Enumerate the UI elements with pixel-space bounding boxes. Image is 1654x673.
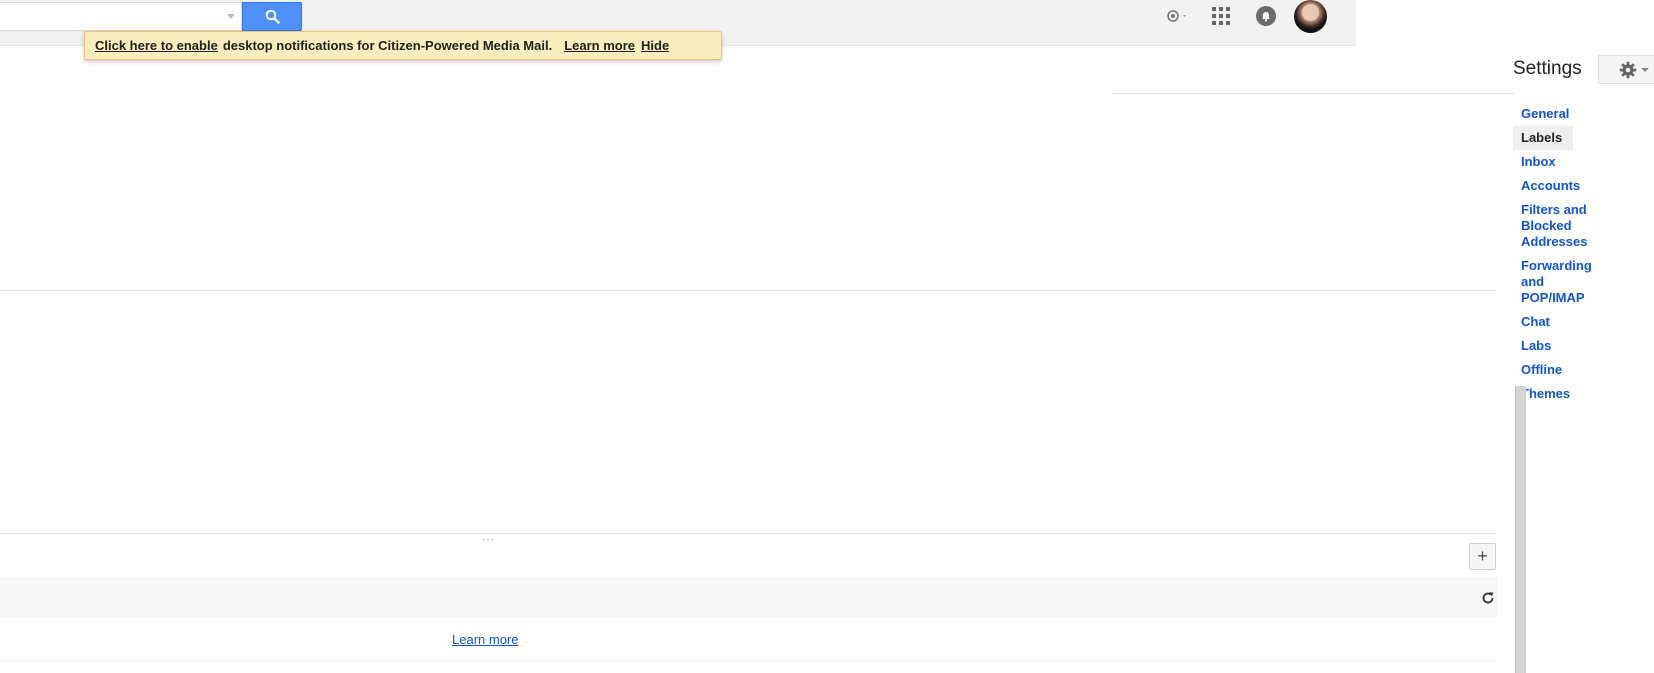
account-avatar[interactable] xyxy=(1294,0,1327,33)
search-input[interactable] xyxy=(0,2,242,31)
notification-learn-more-link[interactable]: Learn more xyxy=(564,38,635,53)
notification-hide-link[interactable]: Hide xyxy=(641,38,669,53)
toolbar-row xyxy=(0,578,1497,618)
notification-message: desktop notifications for Citizen-Powere… xyxy=(222,38,553,53)
learn-more-link[interactable]: Learn more xyxy=(452,632,518,647)
section-divider xyxy=(0,290,1497,291)
divider xyxy=(1112,93,1514,94)
page-title: Settings xyxy=(1513,58,1582,79)
settings-tab-general[interactable]: General xyxy=(1513,102,1605,126)
search-icon xyxy=(265,9,280,24)
settings-tab-accounts[interactable]: Accounts xyxy=(1513,174,1605,198)
settings-menu-button[interactable] xyxy=(1598,55,1654,84)
gear-icon xyxy=(1619,61,1637,78)
settings-tab-chat[interactable]: Chat xyxy=(1513,310,1605,334)
chevron-down-icon xyxy=(1641,67,1649,72)
divider xyxy=(0,660,1497,661)
refresh-icon[interactable] xyxy=(1478,588,1498,608)
apps-grid-icon[interactable] xyxy=(1210,5,1232,27)
scrollbar[interactable] xyxy=(1515,386,1526,673)
settings-tab-labs[interactable]: Labs xyxy=(1513,334,1605,358)
settings-tab-themes[interactable]: Themes xyxy=(1513,382,1605,406)
search-button[interactable] xyxy=(242,2,302,31)
settings-tab-offline[interactable]: Offline xyxy=(1513,358,1605,382)
search-options-chevron-icon[interactable] xyxy=(227,14,235,19)
enable-notifications-link[interactable]: Click here to enable xyxy=(95,38,218,53)
splitter-handle-icon[interactable]: ··· xyxy=(482,534,495,545)
pane-splitter[interactable] xyxy=(0,533,1497,534)
notifications-bell-icon[interactable] xyxy=(1255,5,1277,27)
settings-tab-inbox[interactable]: Inbox xyxy=(1513,150,1605,174)
settings-tab-filters[interactable]: Filters and Blocked Addresses xyxy=(1513,198,1605,254)
settings-tab-labels[interactable]: Labels xyxy=(1513,126,1573,150)
hangouts-status-icon[interactable] xyxy=(1166,5,1188,27)
settings-tab-forwarding[interactable]: Forwarding and POP/IMAP xyxy=(1513,254,1605,310)
settings-nav: General Labels Inbox Accounts Filters an… xyxy=(1513,102,1654,406)
add-button[interactable]: + xyxy=(1469,543,1496,570)
desktop-notification-banner: Click here to enable desktop notificatio… xyxy=(84,31,722,60)
